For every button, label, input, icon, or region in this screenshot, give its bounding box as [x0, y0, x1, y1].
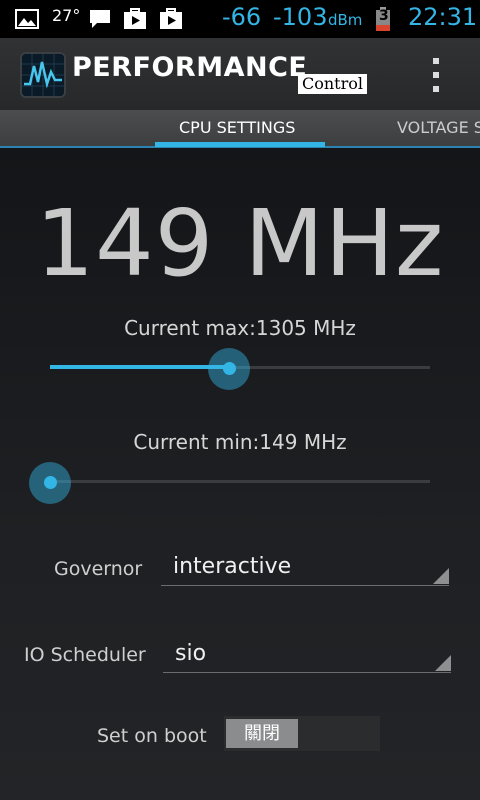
max-frequency-slider[interactable]	[50, 348, 430, 390]
slider-thumb[interactable]	[44, 476, 57, 489]
dropdown-arrow-icon	[433, 568, 449, 584]
slider-thumb[interactable]	[223, 362, 236, 375]
io-scheduler-dropdown[interactable]: sio	[163, 637, 451, 673]
tab-cpu-settings[interactable]: CPU SETTINGS	[179, 110, 295, 146]
chat-icon	[88, 8, 112, 30]
image-icon	[14, 8, 40, 30]
app-title: PERFORMANCE	[72, 52, 308, 83]
play-store-icon	[122, 8, 148, 30]
governor-value: interactive	[173, 554, 292, 579]
toggle-knob: 關閉	[226, 719, 298, 748]
governor-dropdown[interactable]: interactive	[161, 550, 449, 586]
action-bar: PERFORMANCE Control	[0, 38, 480, 110]
cpu-settings-panel: 149 MHz Current max:1305 MHz Current min…	[0, 148, 480, 800]
app-logo-icon[interactable]	[20, 52, 66, 98]
governor-label: Governor	[54, 558, 143, 580]
io-scheduler-value: sio	[175, 641, 207, 666]
signal-value-2: -103	[273, 3, 328, 31]
min-frequency-slider[interactable]	[29, 462, 430, 504]
battery-level: 3	[379, 8, 389, 24]
active-tab-indicator	[155, 142, 325, 147]
play-store-icon	[158, 8, 184, 30]
slider-track	[50, 480, 430, 483]
min-frequency-label: Current min:149 MHz	[133, 430, 347, 454]
slider-fill	[50, 365, 229, 369]
app-subtitle: Control	[298, 74, 368, 94]
current-frequency: 149 MHz	[35, 190, 445, 297]
clock: 22:31	[408, 3, 478, 31]
signal-unit: dBm	[328, 11, 363, 29]
set-on-boot-label: Set on boot	[97, 725, 207, 747]
overflow-menu-icon[interactable]	[424, 58, 448, 92]
set-on-boot-toggle[interactable]: 關閉	[224, 716, 380, 751]
status-bar: 27° -66 -103 dBm 3 22:31	[0, 0, 480, 38]
io-scheduler-label: IO Scheduler	[24, 644, 146, 666]
dropdown-arrow-icon	[435, 655, 451, 671]
temperature-text: 27°	[52, 6, 81, 25]
signal-value-1: -66	[222, 3, 262, 31]
max-frequency-label: Current max:1305 MHz	[124, 316, 356, 340]
tab-voltage-settings[interactable]: VOLTAGE S	[397, 110, 480, 146]
